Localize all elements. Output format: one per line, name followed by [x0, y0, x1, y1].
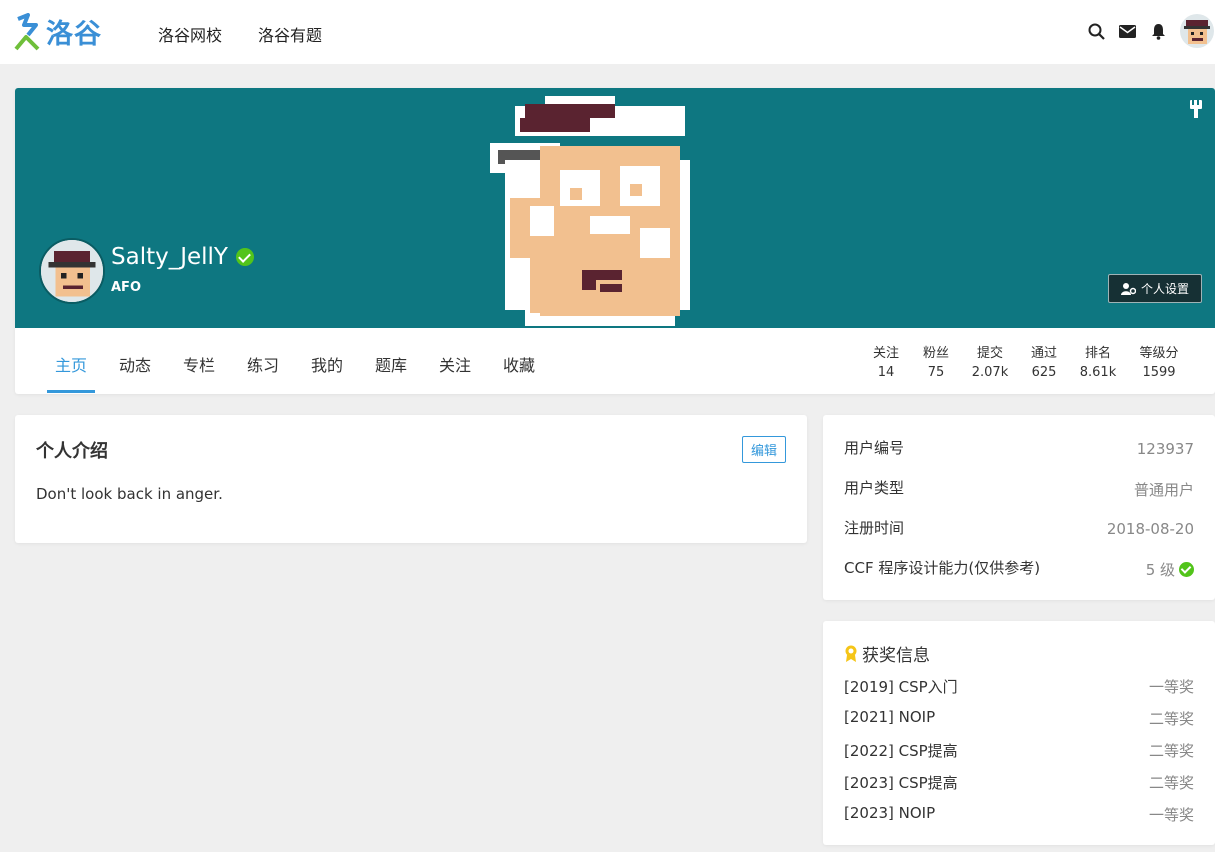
- ccf-verified-icon: [1179, 561, 1194, 577]
- award-row: [2023] CSP提高 二等奖: [844, 774, 1194, 792]
- profile-header-card: Salty_JellY AFO 个人设置 主页 动态 专栏 练习 我的 题库 关…: [15, 88, 1215, 394]
- tab-following[interactable]: 关注: [439, 352, 471, 376]
- nav-link-online-school[interactable]: 洛谷网校: [158, 22, 222, 46]
- stat-following[interactable]: 关注 14: [869, 342, 903, 380]
- profile-username: Salty_JellY: [111, 244, 254, 270]
- award-row: [2019] CSP入门 一等奖: [844, 678, 1194, 696]
- mail-icon[interactable]: [1118, 22, 1136, 40]
- username-text: Salty_JellY: [111, 244, 228, 270]
- award-row: [2023] NOIP 一等奖: [844, 804, 1194, 824]
- tab-column[interactable]: 专栏: [183, 352, 215, 376]
- user-avatar[interactable]: [1180, 14, 1214, 48]
- intro-title: 个人介绍: [36, 441, 108, 462]
- brand-name: 洛谷: [46, 19, 102, 50]
- profile-tabs: 主页 动态 专栏 练习 我的 题库 关注 收藏 关注 14 粉丝 75 提交 2.07…: [15, 328, 1215, 394]
- personal-settings-button[interactable]: 个人设置: [1107, 274, 1202, 303]
- logo-mark-icon: [14, 12, 40, 50]
- tab-home[interactable]: 主页: [55, 352, 87, 376]
- awards-card: 获奖信息 [2019] CSP入门 一等奖 [2021] NOIP 二等奖 [202…: [823, 621, 1215, 845]
- user-settings-icon: [1120, 282, 1136, 295]
- bell-icon[interactable]: [1149, 22, 1167, 40]
- verified-badge-icon: [235, 248, 254, 266]
- luogu-logo[interactable]: 洛谷: [14, 12, 102, 51]
- tab-activity[interactable]: 动态: [119, 352, 151, 376]
- award-row: [2022] CSP提高 二等奖: [844, 742, 1194, 760]
- info-row-uid: 用户编号 123937: [844, 439, 1194, 458]
- intro-text: Don't look back in anger.: [36, 485, 223, 503]
- profile-banner: Salty_JellY AFO 个人设置: [15, 88, 1215, 328]
- search-icon[interactable]: [1087, 22, 1105, 40]
- tab-problemset[interactable]: 题库: [375, 352, 407, 376]
- award-row: [2021] NOIP 二等奖: [844, 708, 1194, 728]
- stat-accepted: 通过 625: [1030, 346, 1057, 380]
- profile-tag: AFO: [111, 280, 141, 295]
- tab-mine[interactable]: 我的: [311, 352, 343, 376]
- award-medal-icon: [845, 645, 857, 662]
- profile-avatar: [39, 238, 105, 304]
- stat-rating: 等级分 1599: [1139, 346, 1179, 380]
- stat-rank: 排名 8.61k: [1079, 346, 1117, 380]
- info-row-user-type: 用户类型 普通用户: [844, 479, 1194, 499]
- user-info-card: 用户编号 123937 用户类型 普通用户 注册时间 2018-08-20 CC…: [823, 415, 1215, 600]
- info-row-ccf-level: CCF 程序设计能力(仅供参考) 5 级: [844, 557, 1194, 581]
- tab-practice[interactable]: 练习: [247, 352, 279, 376]
- banner-pixel-art: [490, 96, 690, 326]
- tab-favorites[interactable]: 收藏: [503, 352, 535, 376]
- change-banner-brush-icon[interactable]: [1189, 100, 1203, 122]
- awards-title: 获奖信息: [844, 641, 930, 666]
- info-row-register-date: 注册时间 2018-08-20: [844, 519, 1194, 538]
- nav-link-problems[interactable]: 洛谷有题: [258, 22, 322, 46]
- active-tab-indicator: [47, 390, 95, 393]
- edit-intro-button[interactable]: 编辑: [742, 436, 786, 463]
- stat-submissions: 提交 2.07k: [971, 346, 1009, 380]
- top-navbar: 洛谷 洛谷网校 洛谷有题: [0, 0, 1215, 64]
- stat-followers[interactable]: 粉丝 75: [919, 342, 953, 380]
- intro-card: 个人介绍 编辑 Don't look back in anger.: [15, 415, 807, 543]
